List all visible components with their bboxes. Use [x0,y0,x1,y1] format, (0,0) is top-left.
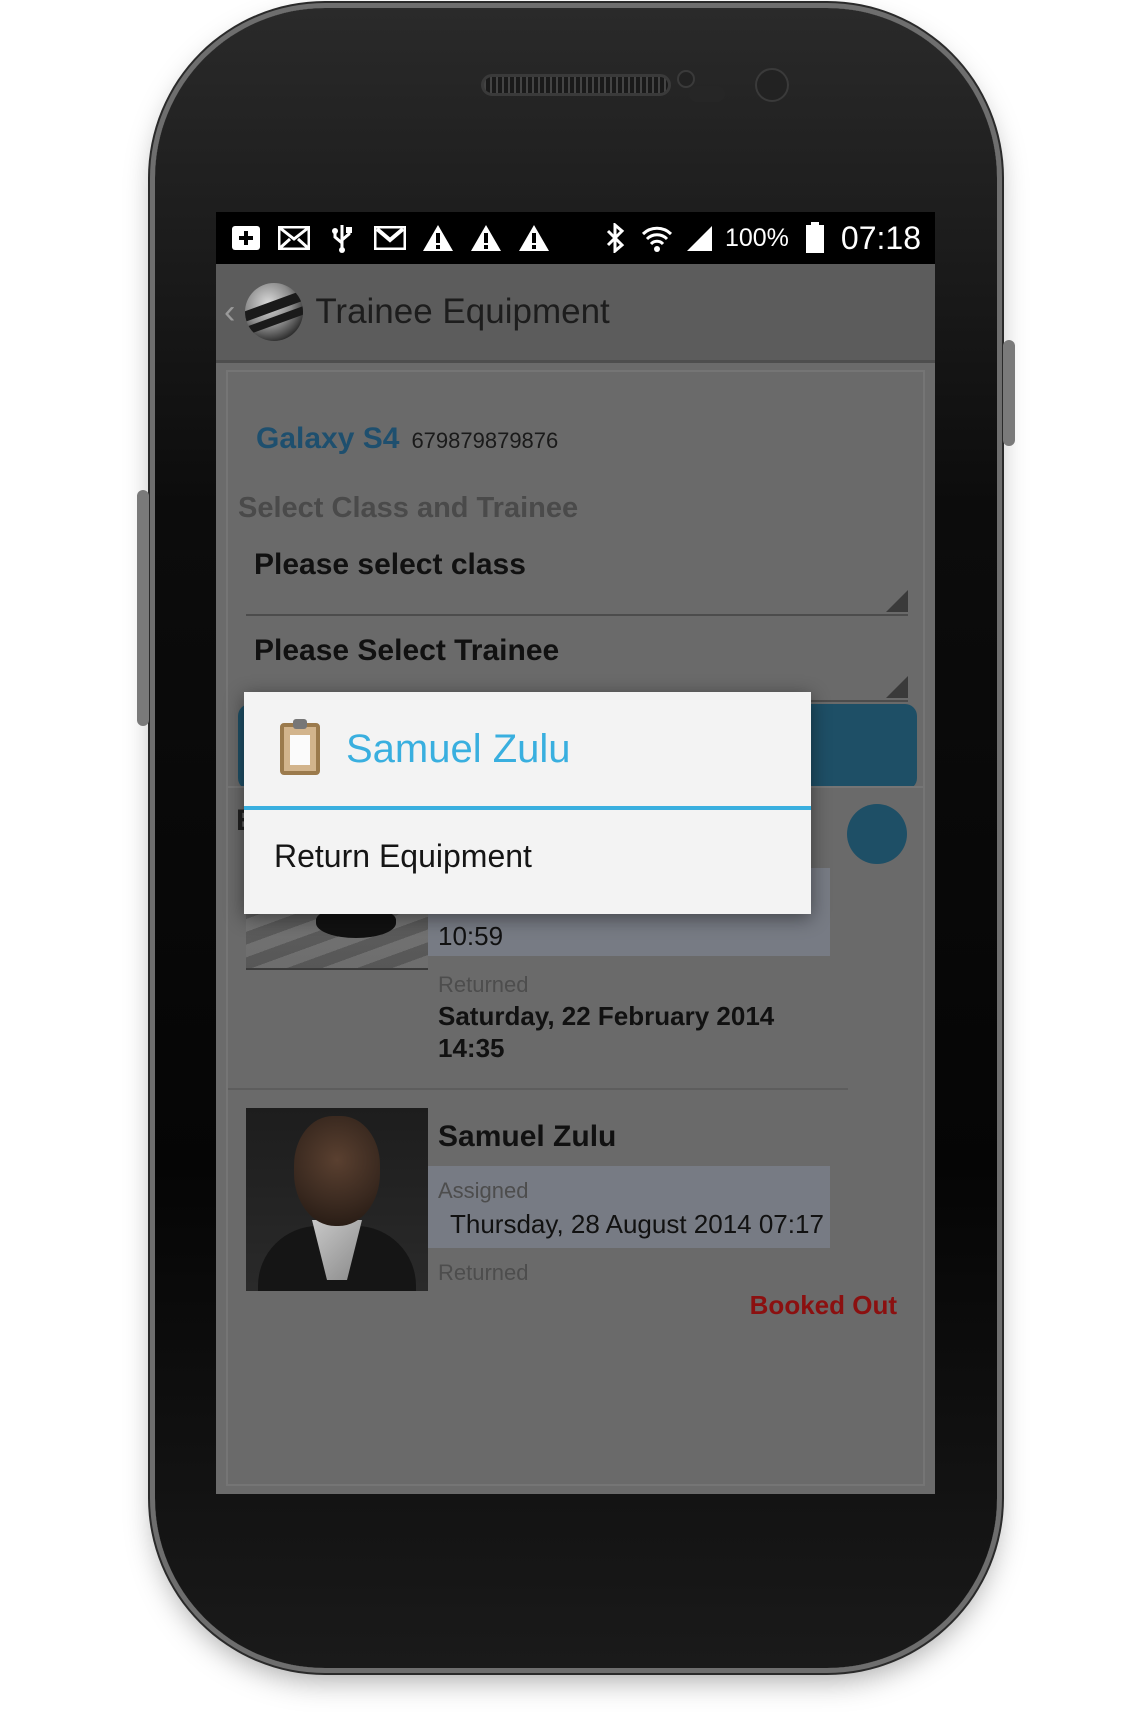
trainee-spinner[interactable]: Please Select Trainee [246,618,908,702]
device-serial: 679879879876 [411,428,559,453]
device-name: Galaxy S4 [256,422,400,455]
proximity-sensor [689,86,725,102]
return-equipment-option[interactable]: Return Equipment [274,838,532,875]
power-button [1003,340,1015,446]
device-info: Galaxy S4 679879879876 [256,422,558,456]
trainee-photo [246,1108,428,1291]
trainee-name: Samuel Zulu [438,1120,617,1153]
clock: 07:18 [840,219,921,256]
assigned-time: 10:59 [438,921,504,951]
battery-icon [799,222,831,253]
dialog-title: Samuel Zulu [346,726,571,771]
volume-button [137,490,149,726]
add-button[interactable] [847,804,907,864]
spinner-arrow-icon [886,676,908,698]
trainee-spinner-value: Please Select Trainee [254,634,560,667]
returned-label: Returned [438,1260,529,1285]
clipboard-icon [280,719,320,775]
warning-icon [422,223,454,253]
bluetooth-icon [599,223,631,253]
earpiece-speaker [481,74,671,96]
returned-value: Saturday, 22 February 2014 14:35 [438,1001,775,1063]
status-indicators: 100% 07:18 [599,212,921,264]
wifi-icon [641,223,673,253]
light-sensor [677,70,695,88]
section-label: Select Class and Trainee [238,492,579,524]
notification-icons [216,223,550,253]
class-spinner-value: Please select class [254,548,526,581]
battery-percent: 100% [724,223,789,252]
page-title: Trainee Equipment [315,292,610,331]
usb-icon [326,223,358,253]
plus-box-icon [230,223,262,253]
assigned-value: Thursday, 28 August 2014 07:17 [450,1209,824,1239]
list-divider [228,1088,848,1090]
dialog-header: Samuel Zulu [244,692,811,810]
back-chevron-icon[interactable]: ‹ [224,293,235,332]
context-dialog: Samuel Zulu Return Equipment [244,692,811,914]
front-camera [755,68,789,102]
gmail-icon [374,223,406,253]
signal-icon [683,223,715,253]
email-icon [278,223,310,253]
assigned-label: Assigned [438,1178,529,1203]
status-bar: 100% 07:18 [216,212,935,264]
app-logo-icon[interactable] [245,283,304,341]
returned-label: Returned [438,972,529,997]
warning-icon [470,223,502,253]
spinner-arrow-icon [886,590,908,612]
status-badge: Booked Out [749,1290,897,1320]
warning-icon [518,223,550,253]
action-bar: ‹ Trainee Equipment [216,264,935,363]
class-spinner[interactable]: Please select class [246,532,908,616]
photo-head [294,1116,380,1226]
